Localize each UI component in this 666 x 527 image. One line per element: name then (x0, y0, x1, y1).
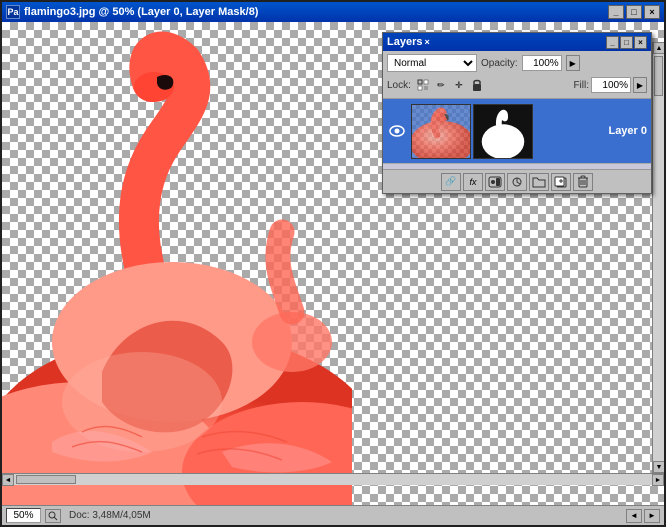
new-layer-icon (554, 176, 568, 188)
scroll-up-arrow[interactable]: ▲ (653, 42, 664, 54)
lock-fill-row: Lock: ✏ ✛ (387, 75, 647, 95)
v-scroll-thumb[interactable] (654, 56, 663, 96)
lock-image-btn[interactable]: ✏ (433, 77, 449, 93)
layers-list: Layer 0 (383, 99, 651, 169)
layers-controls: Normal Opacity: ▶ Lock: (383, 51, 651, 99)
layer-row[interactable]: Layer 0 (383, 99, 651, 164)
layers-panel-titlebar: Layers × _ □ × (383, 33, 651, 51)
mask-preview (474, 105, 532, 158)
layer-effects-btn[interactable]: fx (463, 173, 483, 191)
window-controls[interactable]: _ □ × (608, 5, 660, 19)
h-scroll-track[interactable] (14, 474, 652, 485)
layer-mask-thumbnail (473, 104, 533, 159)
thumb-transparency (412, 105, 470, 158)
lock-row: Lock: ✏ ✛ (387, 77, 485, 93)
blend-opacity-row: Normal Opacity: ▶ (387, 54, 647, 72)
scroll-down-arrow[interactable]: ▼ (653, 461, 664, 473)
panel-minimize-btn[interactable]: _ (606, 36, 619, 49)
lock-all-icon (472, 79, 482, 91)
new-group-btn[interactable] (529, 173, 549, 191)
nav-next-button[interactable]: ► (644, 509, 660, 523)
layers-tab-label: Layers (387, 36, 422, 48)
folder-icon (532, 176, 546, 188)
delete-layer-btn[interactable] (573, 173, 593, 191)
maximize-button[interactable]: □ (626, 5, 642, 19)
fill-input[interactable] (591, 77, 631, 93)
opacity-input[interactable] (522, 55, 562, 71)
zoom-input[interactable] (6, 508, 41, 523)
adjustment-icon (510, 176, 524, 188)
nav-prev-button[interactable]: ◄ (626, 509, 642, 523)
layers-toolbar: 🔗 fx (383, 169, 651, 193)
mask-shape-svg (474, 104, 532, 159)
add-mask-btn[interactable] (485, 173, 505, 191)
fill-arrow-btn[interactable]: ▶ (633, 77, 647, 93)
layer-name: Layer 0 (608, 125, 647, 137)
panel-maximize-btn[interactable]: □ (620, 36, 633, 49)
close-button[interactable]: × (644, 5, 660, 19)
panel-buttons[interactable]: _ □ × (606, 36, 647, 49)
link-layers-btn[interactable]: 🔗 (441, 173, 461, 191)
trash-icon (577, 175, 589, 188)
h-scroll-thumb[interactable] (16, 475, 76, 484)
photoshop-icon: Pa (6, 5, 20, 19)
title-bar-left: Pa flamingo3.jpg @ 50% (Layer 0, Layer M… (6, 5, 258, 19)
status-bar: Doc: 3,48M/4,05M ◄ ► (2, 505, 664, 525)
title-bar: Pa flamingo3.jpg @ 50% (Layer 0, Layer M… (2, 2, 664, 22)
zoom-icon (48, 511, 58, 521)
panel-close-btn[interactable]: × (634, 36, 647, 49)
eye-icon (389, 125, 405, 137)
new-layer-btn[interactable] (551, 173, 571, 191)
window-title: flamingo3.jpg @ 50% (Layer 0, Layer Mask… (24, 6, 258, 18)
horizontal-scrollbar[interactable]: ◄ ► (2, 473, 664, 485)
layers-panel: Layers × _ □ × Normal Opacity: ▶ (382, 32, 652, 194)
layer-visibility-toggle[interactable] (387, 121, 407, 141)
nav-arrows[interactable]: ◄ ► (626, 509, 660, 523)
opacity-arrow-btn[interactable]: ▶ (566, 55, 580, 71)
application-window: Pa flamingo3.jpg @ 50% (Layer 0, Layer M… (0, 0, 666, 527)
layers-tab-close[interactable]: × (424, 37, 429, 47)
fill-label: Fill: (573, 80, 589, 91)
flamingo-image (2, 22, 352, 505)
lock-transparent-icon (417, 79, 429, 91)
lock-all-btn[interactable] (469, 77, 485, 93)
layers-tab[interactable]: Layers × (387, 36, 430, 48)
lock-transparent-btn[interactable] (415, 77, 431, 93)
fill-section: Fill: ▶ (573, 77, 647, 93)
lock-icons: ✏ ✛ (415, 77, 485, 93)
mask-icon (488, 176, 502, 188)
document-info: Doc: 3,48M/4,05M (69, 510, 151, 521)
scroll-right-arrow[interactable]: ► (652, 474, 664, 486)
layer-content-thumbnail (411, 104, 471, 159)
opacity-label: Opacity: (481, 58, 518, 69)
minimize-button[interactable]: _ (608, 5, 624, 19)
scroll-left-arrow[interactable]: ◄ (2, 474, 14, 486)
lock-position-btn[interactable]: ✛ (451, 77, 467, 93)
lock-label: Lock: (387, 80, 411, 91)
layer-thumbnails (411, 104, 600, 159)
v-scroll-track[interactable] (653, 54, 664, 461)
vertical-scrollbar[interactable]: ▲ ▼ (652, 42, 664, 473)
blend-mode-select[interactable]: Normal (387, 54, 477, 72)
adjustment-layer-btn[interactable] (507, 173, 527, 191)
zoom-indicator-btn[interactable] (45, 509, 61, 523)
